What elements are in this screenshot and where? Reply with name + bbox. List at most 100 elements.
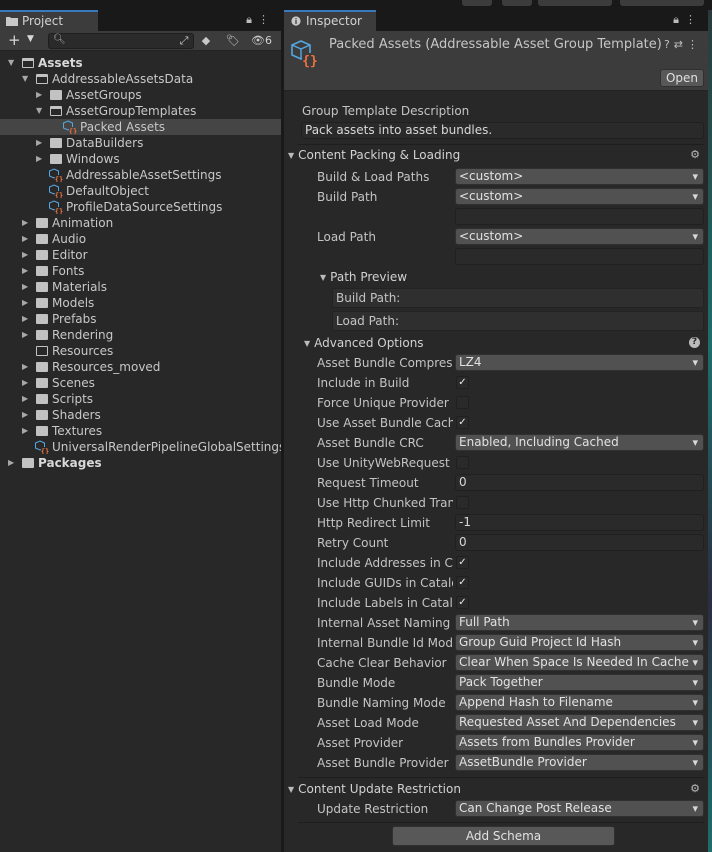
timeout-field[interactable]: 0 bbox=[455, 474, 704, 491]
help-icon[interactable]: ? bbox=[689, 337, 700, 348]
naming-mode-dropdown[interactable]: Full Path bbox=[455, 614, 704, 631]
include-labels-checkbox[interactable]: ✓ bbox=[456, 596, 469, 609]
chevron-down-icon[interactable]: ▼ bbox=[8, 55, 18, 71]
settings-sliders-icon[interactable]: ⇄ bbox=[674, 38, 687, 51]
chevron-right-icon[interactable]: ▶ bbox=[22, 423, 32, 439]
use-cache-checkbox[interactable]: ✓ bbox=[456, 416, 469, 429]
tree-item[interactable]: ▶ Fonts bbox=[0, 263, 281, 279]
chevron-right-icon[interactable]: ▶ bbox=[36, 151, 46, 167]
tree-item[interactable]: ▼ AssetGroupTemplates bbox=[0, 103, 281, 119]
tree-item[interactable]: ▶ AssetGroups bbox=[0, 87, 281, 103]
add-schema-button[interactable]: Add Schema bbox=[392, 826, 615, 846]
tree-item[interactable]: {} Packed Assets bbox=[0, 119, 281, 135]
tab-project[interactable]: Project bbox=[0, 10, 98, 31]
update-restriction-dropdown[interactable]: Can Change Post Release bbox=[455, 800, 704, 817]
gear-icon[interactable]: ⚙ bbox=[690, 781, 700, 797]
cache-clear-dropdown[interactable]: Clear When Space Is Needed In Cache bbox=[455, 654, 704, 671]
toolbar-button[interactable] bbox=[462, 0, 492, 6]
layers-dropdown[interactable] bbox=[538, 0, 612, 6]
chevron-down-icon[interactable]: ▼ bbox=[27, 34, 34, 44]
chunked-checkbox[interactable] bbox=[456, 496, 469, 509]
force-unique-checkbox[interactable] bbox=[456, 396, 469, 409]
chevron-right-icon[interactable]: ▶ bbox=[22, 407, 32, 423]
retry-field[interactable]: 0 bbox=[455, 534, 704, 551]
tree-item[interactable]: {} DefaultObject bbox=[0, 183, 281, 199]
include-guids-checkbox[interactable]: ✓ bbox=[456, 576, 469, 589]
chevron-right-icon[interactable]: ▶ bbox=[22, 279, 32, 295]
menu-icon[interactable]: ⋮ bbox=[258, 13, 275, 26]
tree-item[interactable]: ▶ Audio bbox=[0, 231, 281, 247]
toolbar-button[interactable] bbox=[502, 0, 532, 6]
bundle-provider-dropdown[interactable]: AssetBundle Provider bbox=[455, 754, 704, 771]
tree-item[interactable]: ▼ Assets bbox=[0, 55, 281, 71]
compression-dropdown[interactable]: LZ4 bbox=[455, 354, 704, 371]
redirect-field[interactable]: -1 bbox=[455, 514, 704, 531]
use-uwr-checkbox[interactable] bbox=[456, 456, 469, 469]
tree-item[interactable]: ▶ Shaders bbox=[0, 407, 281, 423]
chevron-right-icon[interactable]: ▶ bbox=[8, 455, 18, 471]
content-packing-header[interactable]: ▼ Content Packing & Loading bbox=[288, 147, 460, 165]
advanced-options-header[interactable]: ▼ Advanced Options bbox=[304, 335, 424, 353]
load-mode-dropdown[interactable]: Requested Asset And Dependencies bbox=[455, 714, 704, 731]
hidden-packages-icon[interactable]: 👁︎ bbox=[250, 33, 266, 48]
tree-item[interactable]: ▶ DataBuilders bbox=[0, 135, 281, 151]
asset-provider-dropdown[interactable]: Assets from Bundles Provider bbox=[455, 734, 704, 751]
chevron-right-icon[interactable]: ▶ bbox=[22, 231, 32, 247]
build-path-dropdown[interactable]: <custom> bbox=[455, 188, 704, 205]
tab-inspector[interactable]: Inspector bbox=[284, 10, 376, 31]
description-field[interactable]: Pack assets into asset bundles. bbox=[301, 122, 704, 139]
lock-icon[interactable]: 🔒︎ bbox=[673, 13, 685, 26]
chevron-right-icon[interactable]: ▶ bbox=[22, 311, 32, 327]
chevron-down-icon[interactable]: ▼ bbox=[36, 103, 46, 119]
chevron-right-icon[interactable]: ▶ bbox=[36, 135, 46, 151]
tree-item[interactable]: ▶ Animation bbox=[0, 215, 281, 231]
chevron-right-icon[interactable]: ▶ bbox=[22, 295, 32, 311]
create-plus-icon[interactable]: + bbox=[8, 31, 21, 49]
tree-item[interactable]: ▶ Scenes bbox=[0, 375, 281, 391]
tree-item[interactable]: ▶ Scripts bbox=[0, 391, 281, 407]
chevron-right-icon[interactable]: ▶ bbox=[22, 247, 32, 263]
filter-by-type-icon[interactable]: ◆ bbox=[198, 33, 214, 48]
build-load-paths-dropdown[interactable]: <custom> bbox=[455, 168, 704, 185]
crc-dropdown[interactable]: Enabled, Including Cached bbox=[455, 434, 704, 451]
tree-item[interactable]: ▶ Textures bbox=[0, 423, 281, 439]
content-update-header[interactable]: ▼ Content Update Restriction bbox=[288, 781, 461, 799]
tree-item[interactable]: ▶ Prefabs bbox=[0, 311, 281, 327]
load-path-field[interactable] bbox=[455, 248, 704, 265]
tree-item[interactable]: {} UniversalRenderPipelineGlobalSettings bbox=[0, 439, 285, 455]
chevron-right-icon[interactable]: ▶ bbox=[22, 391, 32, 407]
tree-item[interactable]: ▶ Materials bbox=[0, 279, 281, 295]
path-preview-header[interactable]: ▼ Path Preview bbox=[320, 269, 407, 287]
search-input[interactable]: 🔍︎ bbox=[48, 33, 194, 49]
search-options-icon[interactable]: ⤢ bbox=[176, 33, 192, 48]
chevron-right-icon[interactable]: ▶ bbox=[22, 215, 32, 231]
help-icon[interactable]: ? bbox=[664, 38, 674, 51]
include-in-build-checkbox[interactable]: ✓ bbox=[456, 376, 469, 389]
build-path-field[interactable] bbox=[455, 208, 704, 225]
chevron-right-icon[interactable]: ▶ bbox=[22, 327, 32, 343]
chevron-right-icon[interactable]: ▶ bbox=[22, 359, 32, 375]
bundle-naming-dropdown[interactable]: Append Hash to Filename bbox=[455, 694, 704, 711]
filter-by-label-icon[interactable]: 🏷︎ bbox=[225, 33, 241, 48]
tree-item[interactable]: ▶ Windows bbox=[0, 151, 281, 167]
tree-item[interactable]: ▶ Editor bbox=[0, 247, 281, 263]
gear-icon[interactable]: ⚙ bbox=[690, 147, 700, 163]
chevron-right-icon[interactable]: ▶ bbox=[22, 263, 32, 279]
bundle-id-dropdown[interactable]: Group Guid Project Id Hash bbox=[455, 634, 704, 651]
bundle-mode-dropdown[interactable]: Pack Together bbox=[455, 674, 704, 691]
layout-dropdown[interactable] bbox=[620, 0, 704, 6]
tree-item[interactable]: Resources bbox=[0, 343, 281, 359]
tree-item[interactable]: ▼ AddressableAssetsData bbox=[0, 71, 281, 87]
tree-item[interactable]: {} AddressableAssetSettings bbox=[0, 167, 281, 183]
include-addresses-checkbox[interactable]: ✓ bbox=[456, 556, 469, 569]
open-button[interactable]: Open bbox=[660, 69, 704, 87]
load-path-dropdown[interactable]: <custom> bbox=[455, 228, 704, 245]
menu-icon[interactable]: ⋮ bbox=[687, 38, 702, 51]
lock-icon[interactable]: 🔒︎ bbox=[246, 13, 258, 26]
menu-icon[interactable]: ⋮ bbox=[685, 13, 702, 26]
tree-item[interactable]: {} ProfileDataSourceSettings bbox=[0, 199, 281, 215]
chevron-right-icon[interactable]: ▶ bbox=[36, 87, 46, 103]
tree-item[interactable]: ▶ Resources_moved bbox=[0, 359, 281, 375]
tree-item[interactable]: ▶ Models bbox=[0, 295, 281, 311]
chevron-down-icon[interactable]: ▼ bbox=[22, 71, 32, 87]
